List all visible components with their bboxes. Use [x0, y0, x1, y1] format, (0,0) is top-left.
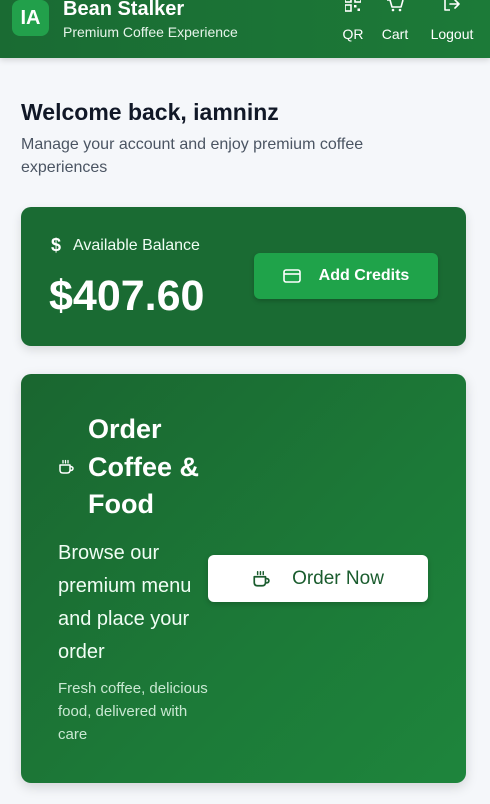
cart-icon	[386, 0, 404, 22]
balance-card: $ Available Balance $407.60 Add Credits	[21, 207, 466, 346]
balance-label: Available Balance	[73, 236, 200, 254]
brand-title: Bean Stalker	[63, 0, 185, 20]
order-title: Order Coffee & Food	[88, 414, 200, 519]
nav-cart-button[interactable]: Cart	[378, 0, 412, 58]
balance-amount: $407.60	[49, 272, 205, 320]
order-description: Browse our premium menu and place your o…	[58, 542, 192, 663]
credit-card-icon	[282, 269, 301, 283]
page-title: Welcome back, iamninz	[21, 99, 279, 125]
logout-icon	[443, 0, 461, 22]
order-note: Fresh coffee, delicious food, delivered …	[58, 680, 208, 743]
page-subtitle: Manage your account and enjoy premium co…	[21, 136, 364, 176]
nav-logout-label: Logout	[430, 26, 474, 42]
nav-qr-button[interactable]: QR	[338, 0, 368, 58]
coffee-cup-icon	[252, 570, 270, 588]
order-now-button[interactable]: Order Now	[208, 555, 428, 602]
brand-subtitle: Premium Coffee Experience	[63, 24, 238, 40]
coffee-cup-icon	[58, 459, 74, 475]
add-credits-label: Add Credits	[318, 267, 410, 284]
dollar-icon: $	[51, 235, 62, 255]
avatar[interactable]: IA	[12, 0, 49, 36]
nav-qr-label: QR	[342, 26, 364, 42]
nav-logout-button[interactable]: Logout	[426, 0, 478, 58]
qr-code-icon	[345, 0, 361, 22]
app-header: IA Bean Stalker Premium Coffee Experienc…	[0, 0, 490, 58]
nav-cart-label: Cart	[381, 26, 409, 42]
add-credits-button[interactable]: Add Credits	[254, 253, 438, 299]
order-card: Order Coffee & Food Browse our premium m…	[21, 374, 466, 783]
order-now-label: Order Now	[292, 567, 384, 589]
balance-label-row: $ Available Balance	[51, 235, 200, 256]
